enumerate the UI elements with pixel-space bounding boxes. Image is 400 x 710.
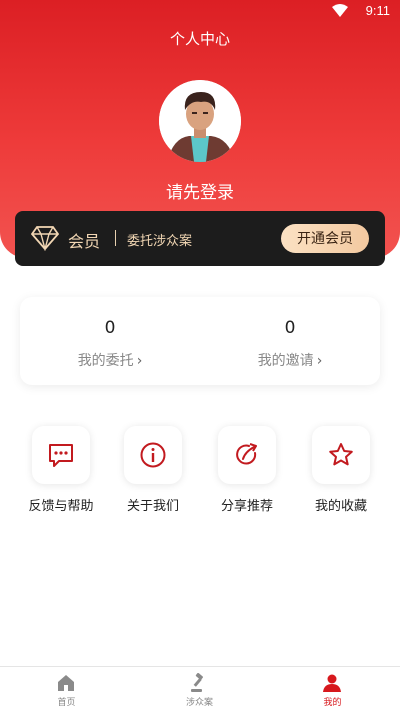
status-bar: 9:11: [0, 0, 400, 22]
feedback-help-label: 反馈与帮助: [28, 499, 94, 514]
my-entrust-count: 0: [104, 318, 116, 338]
share-icon: [236, 443, 257, 465]
user-icon: [323, 674, 341, 692]
vip-divider: [115, 230, 116, 246]
tab-mine[interactable]: 我的: [266, 667, 399, 710]
tab-cases[interactable]: 涉众案: [133, 667, 266, 710]
my-entrust-stat[interactable]: 0 我的委托 ›: [20, 297, 200, 385]
vip-banner: 会员 委托涉众案 开通会员: [15, 211, 385, 266]
feedback-icon-box: [32, 426, 90, 484]
tab-home-label: 首页: [57, 698, 76, 708]
my-invite-stat[interactable]: 0 我的邀请 ›: [200, 297, 380, 385]
favorites-icon-box: [312, 426, 370, 484]
message-dots-icon: [49, 444, 73, 467]
info-icon: [140, 442, 166, 468]
quick-share-recommend[interactable]: 分享推荐: [202, 426, 292, 526]
my-favorites-label: 我的收藏: [314, 499, 367, 514]
about-us-label: 关于我们: [126, 499, 179, 514]
bottom-tab-bar: 首页 涉众案 我的: [0, 666, 400, 710]
avatar-illustration: [159, 80, 241, 162]
tab-mine-label: 我的: [323, 698, 342, 708]
wifi-icon: [332, 4, 348, 17]
my-invite-link[interactable]: 我的邀请 ›: [200, 350, 380, 370]
chevron-right-icon: ›: [136, 353, 143, 369]
status-time: 9:11: [365, 3, 390, 18]
quick-about-us[interactable]: 关于我们: [108, 426, 198, 526]
open-vip-button[interactable]: 开通会员: [281, 224, 369, 253]
my-invite-count: 0: [284, 318, 296, 338]
chevron-right-icon: ›: [316, 353, 323, 369]
vip-description: 委托涉众案: [127, 234, 193, 249]
about-icon-box: [124, 426, 182, 484]
my-invite-label: 我的邀请: [257, 353, 314, 369]
tab-home[interactable]: 首页: [0, 667, 133, 710]
share-icon-box: [218, 426, 276, 484]
avatar[interactable]: [159, 80, 241, 162]
diamond-icon: [31, 226, 59, 251]
my-entrust-link[interactable]: 我的委托 ›: [20, 350, 200, 370]
star-icon: [329, 443, 353, 466]
quick-my-favorites[interactable]: 我的收藏: [296, 426, 386, 526]
my-entrust-label: 我的委托: [77, 353, 134, 369]
share-recommend-label: 分享推荐: [220, 499, 273, 514]
vip-label: 会员: [68, 232, 101, 251]
gavel-icon: [191, 673, 203, 692]
page-title: 个人中心: [169, 30, 230, 48]
tab-cases-label: 涉众案: [185, 698, 213, 708]
quick-feedback-help[interactable]: 反馈与帮助: [16, 426, 106, 526]
stats-card: 0 我的委托 › 0 我的邀请 ›: [20, 297, 380, 385]
login-prompt[interactable]: 请先登录: [0, 178, 400, 203]
home-icon: [58, 675, 74, 691]
